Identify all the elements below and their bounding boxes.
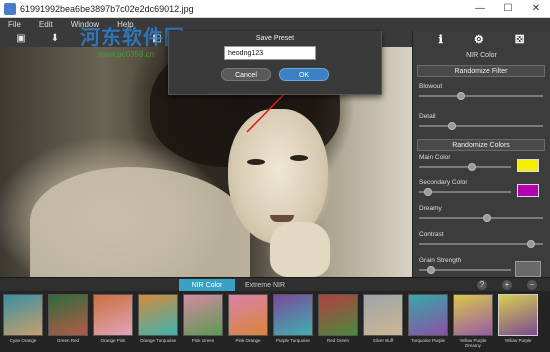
- slider-track[interactable]: [419, 214, 543, 222]
- photo-hand: [270, 222, 330, 277]
- filter-tabs: NIR Color Extreme NIR ? + −: [0, 277, 550, 292]
- maximize-button[interactable]: ☐: [494, 0, 522, 18]
- menu-help[interactable]: Help: [117, 20, 133, 29]
- preset-thumbnail[interactable]: [408, 294, 448, 336]
- randomize-filter-button[interactable]: Randomize Filter: [417, 65, 545, 77]
- preset-label: Yellow Purple Dreamy: [459, 338, 487, 348]
- save-image-icon[interactable]: ⬇: [48, 32, 62, 45]
- slider-contrast: Contrast: [419, 231, 543, 248]
- randomize-colors-button[interactable]: Randomize Colors: [417, 139, 545, 151]
- slider-knob[interactable]: [424, 188, 432, 196]
- menu-window[interactable]: Window: [71, 20, 99, 29]
- main-color-swatch[interactable]: [517, 159, 539, 172]
- help-circle-icon[interactable]: ?: [477, 280, 487, 290]
- menu-file[interactable]: File: [8, 20, 21, 29]
- slider-track[interactable]: [419, 163, 511, 171]
- slider-detail: Detail: [419, 113, 543, 130]
- preset-filmstrip: Cyan Orange Green Red Orange Pink Orange Tu…: [0, 291, 550, 352]
- dialog-title: Save Preset: [255, 35, 295, 42]
- panel-icons: ℹ ⚙ ⚄: [413, 31, 550, 47]
- preset-label: Pink Orange: [235, 338, 261, 343]
- compare-icon[interactable]: ◧: [150, 32, 164, 45]
- panel-title: NIR Color: [466, 52, 497, 59]
- preset-thumbnail[interactable]: [228, 294, 268, 336]
- preset-label: Turquoise Purple: [410, 338, 446, 343]
- cancel-button[interactable]: Cancel: [221, 68, 271, 81]
- save-preset-dialog: Save Preset Cancel OK: [168, 31, 382, 95]
- preset-label: Yellow Purple: [504, 338, 532, 343]
- preset-thumbnail[interactable]: [183, 294, 223, 336]
- preset-label: Green Red: [56, 338, 79, 343]
- slider-track[interactable]: [419, 92, 543, 100]
- slider-knob[interactable]: [527, 240, 535, 248]
- slider-knob[interactable]: [427, 266, 435, 274]
- window-title: 61991992bea6be3897b7c02e2dc69012.jpg: [20, 3, 194, 14]
- preset-label: Orange Pink: [100, 338, 126, 343]
- preset-label: Cyan Orange: [9, 338, 37, 343]
- photo-eye-right: [290, 155, 308, 161]
- slider-knob[interactable]: [468, 163, 476, 171]
- add-preset-icon[interactable]: +: [502, 280, 512, 290]
- photo-mouth: [270, 215, 294, 222]
- slider-dreamy: Dreamy: [419, 205, 543, 222]
- preset-name-input[interactable]: [224, 46, 316, 60]
- photo-eye-left: [247, 159, 265, 165]
- ok-button[interactable]: OK: [279, 68, 329, 81]
- preset-label: Orange Turquoise: [139, 338, 177, 343]
- preset-thumbnail[interactable]: [93, 294, 133, 336]
- slider-blowout: Blowout: [419, 83, 543, 100]
- slider-knob[interactable]: [457, 92, 465, 100]
- slider-label: Detail: [419, 113, 436, 120]
- preset-thumbnail[interactable]: [3, 294, 43, 336]
- app-icon: [4, 2, 16, 15]
- title-bar: 61991992bea6be3897b7c02e2dc69012.jpg — ☐…: [0, 0, 550, 18]
- dice-icon[interactable]: ⚄: [515, 33, 525, 46]
- slider-knob[interactable]: [483, 214, 491, 222]
- secondary-color-swatch[interactable]: [517, 184, 539, 197]
- slider-track[interactable]: [419, 240, 543, 248]
- slider-knob[interactable]: [448, 122, 456, 130]
- preset-thumbnail[interactable]: [48, 294, 88, 336]
- preset-thumbnail[interactable]: [138, 294, 178, 336]
- photo-shoulder: [30, 167, 250, 277]
- preset-thumbnail[interactable]: [453, 294, 493, 336]
- preset-label: Silver Buff: [372, 338, 394, 343]
- preset-label: Pink Green: [191, 338, 215, 343]
- info-icon[interactable]: ℹ: [439, 33, 443, 46]
- settings-panel: ℹ ⚙ ⚄ NIR Color Randomize Filter Randomi…: [412, 31, 550, 277]
- preset-thumbnail[interactable]: [363, 294, 403, 336]
- menu-edit[interactable]: Edit: [39, 20, 53, 29]
- preset-thumbnail[interactable]: [318, 294, 358, 336]
- settings-icon[interactable]: ⚙: [474, 33, 484, 46]
- slider-track[interactable]: [419, 188, 511, 196]
- remove-preset-icon[interactable]: −: [527, 280, 537, 290]
- preset-thumbnail[interactable]: [498, 294, 538, 336]
- menu-bar: File Edit Window Help: [0, 18, 550, 31]
- slider-label: Dreamy: [419, 205, 442, 212]
- slider-track[interactable]: [419, 122, 543, 130]
- minimize-button[interactable]: —: [466, 0, 494, 18]
- preset-label: Purple Turquoise: [275, 338, 311, 343]
- app-window: 61991992bea6be3897b7c02e2dc69012.jpg — ☐…: [0, 0, 550, 352]
- grain-preview: [515, 261, 541, 277]
- slider-label: Blowout: [419, 83, 443, 90]
- preset-thumbnail[interactable]: [273, 294, 313, 336]
- slider-track[interactable]: [419, 266, 511, 274]
- close-button[interactable]: ✕: [522, 0, 550, 18]
- slider-label: Contrast: [419, 231, 444, 238]
- open-image-icon[interactable]: ▣: [14, 32, 28, 45]
- preset-label: Red Green: [326, 338, 349, 343]
